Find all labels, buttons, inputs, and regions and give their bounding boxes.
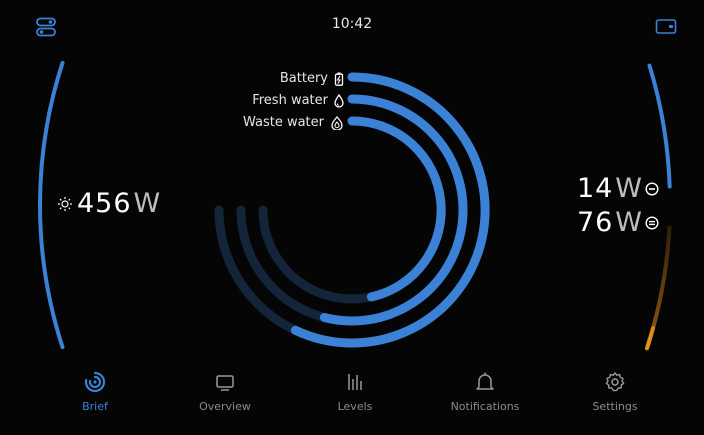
- nav-notifications[interactable]: Notifications: [430, 370, 540, 413]
- nav-label: Settings: [592, 400, 638, 413]
- load-gauge-glow: [645, 225, 672, 351]
- battery-icon: [334, 72, 344, 86]
- load-gauge-track: [645, 225, 672, 351]
- nav-label: Notifications: [450, 400, 520, 413]
- tank-battery-label[interactable]: Battery: [280, 71, 344, 86]
- equals-circle-icon: [645, 215, 659, 230]
- minus-circle-icon: [645, 181, 659, 196]
- solar-value: 456: [77, 188, 132, 219]
- drop-icon: [334, 93, 344, 108]
- overview-icon: [213, 370, 237, 394]
- solar-unit: W: [133, 188, 161, 219]
- tank-fresh-water-label[interactable]: Fresh water: [252, 93, 344, 108]
- nav-label: Levels: [337, 400, 373, 413]
- bottom-nav: Brief Overview Levels Notifications Sett…: [0, 360, 704, 420]
- nav-levels[interactable]: Levels: [300, 370, 410, 413]
- bell-icon: [473, 370, 497, 394]
- solar-readout[interactable]: 456 W: [58, 188, 160, 219]
- nav-overview[interactable]: Overview: [170, 370, 280, 413]
- tank-label: Waste water: [242, 115, 324, 130]
- dc-gauge-level: [647, 63, 672, 189]
- brief-screen: 10:42 456 W 14 W 76 W Battery Fresh wate…: [0, 0, 704, 435]
- waste-drop-icon: [330, 115, 344, 130]
- waste-water-ring-level: [347, 116, 446, 302]
- tank-waste-water-label[interactable]: Waste water: [243, 115, 344, 130]
- levels-icon: [343, 370, 367, 394]
- nav-settings[interactable]: Settings: [560, 370, 670, 413]
- nav-label: Overview: [199, 400, 251, 413]
- dc-load-2[interactable]: 76 W: [577, 207, 659, 238]
- dc-load-2-unit: W: [615, 207, 642, 238]
- tank-label: Battery: [279, 71, 328, 86]
- sun-icon: [58, 196, 72, 211]
- brief-icon: [83, 370, 107, 394]
- nav-brief[interactable]: Brief: [40, 370, 150, 413]
- nav-label: Brief: [82, 400, 108, 413]
- dc-load-1-value: 14: [576, 173, 614, 204]
- dc-load-1-unit: W: [615, 173, 642, 204]
- gear-icon: [603, 370, 627, 394]
- tank-label: Fresh water: [252, 93, 328, 108]
- dc-load-2-value: 76: [576, 207, 614, 238]
- dc-load-1[interactable]: 14 W: [577, 173, 659, 204]
